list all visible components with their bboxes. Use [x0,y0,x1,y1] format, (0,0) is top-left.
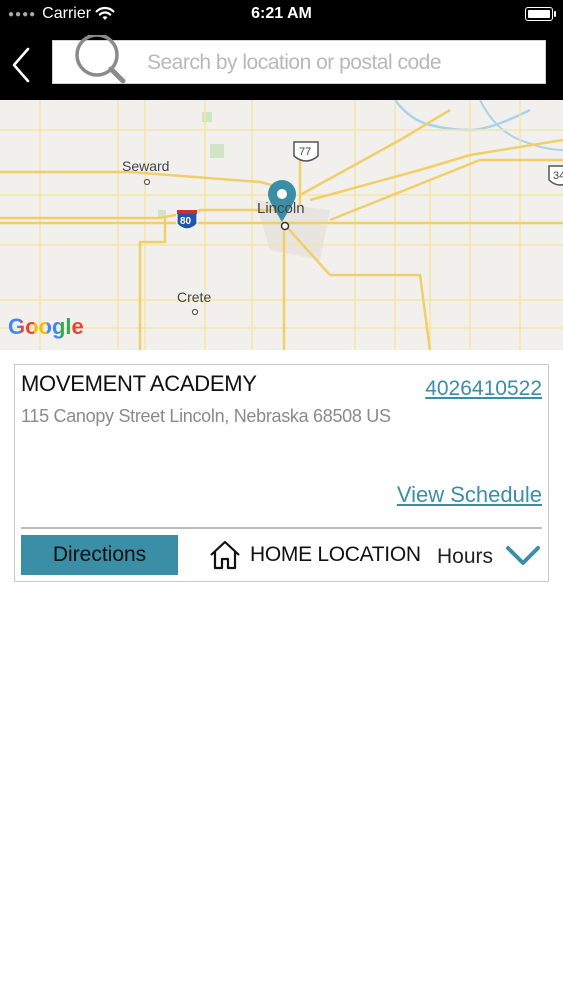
home-location-label: HOME LOCATION [250,543,421,566]
status-bar: ●●●● Carrier 6:21 AM [0,0,563,30]
map-roads [0,100,563,350]
map-label-seward: Seward [122,158,170,174]
card-divider [21,527,542,529]
map-label-77: 77 [299,146,312,158]
map-label-80: 80 [180,216,192,227]
directions-button[interactable]: Directions [21,535,178,575]
status-time: 6:21 AM [251,5,312,22]
location-address: 115 Canopy Street Lincoln, Nebraska 6850… [21,406,391,426]
location-card: MOVEMENT ACADEMY 4026410522 115 Canopy S… [14,364,549,582]
google-logo: Google [8,314,84,340]
google-attribution: Google [8,314,84,339]
map-label-34: 34 [553,170,563,182]
back-button[interactable] [6,43,36,87]
search-input[interactable] [145,47,539,79]
map-view[interactable]: Seward Lincoln Crete 77 80 34 Google [0,100,563,350]
hours-label: Hours [437,545,494,568]
home-icon [210,540,240,570]
map-label-crete: Crete [177,289,212,305]
search-box[interactable] [52,35,546,84]
location-name: MOVEMENT ACADEMY [21,371,257,396]
chevron-down-icon[interactable] [505,543,541,569]
chevron-left-icon [12,47,30,83]
search-icon [75,35,126,84]
battery-icon [525,7,556,21]
home-location-toggle[interactable]: HOME LOCATION [208,540,421,570]
view-schedule-link[interactable]: View Schedule [397,482,542,508]
map-label-lincoln: Lincoln [257,200,305,217]
nav-bar [0,30,563,100]
phone-link[interactable]: 4026410522 [425,377,542,401]
